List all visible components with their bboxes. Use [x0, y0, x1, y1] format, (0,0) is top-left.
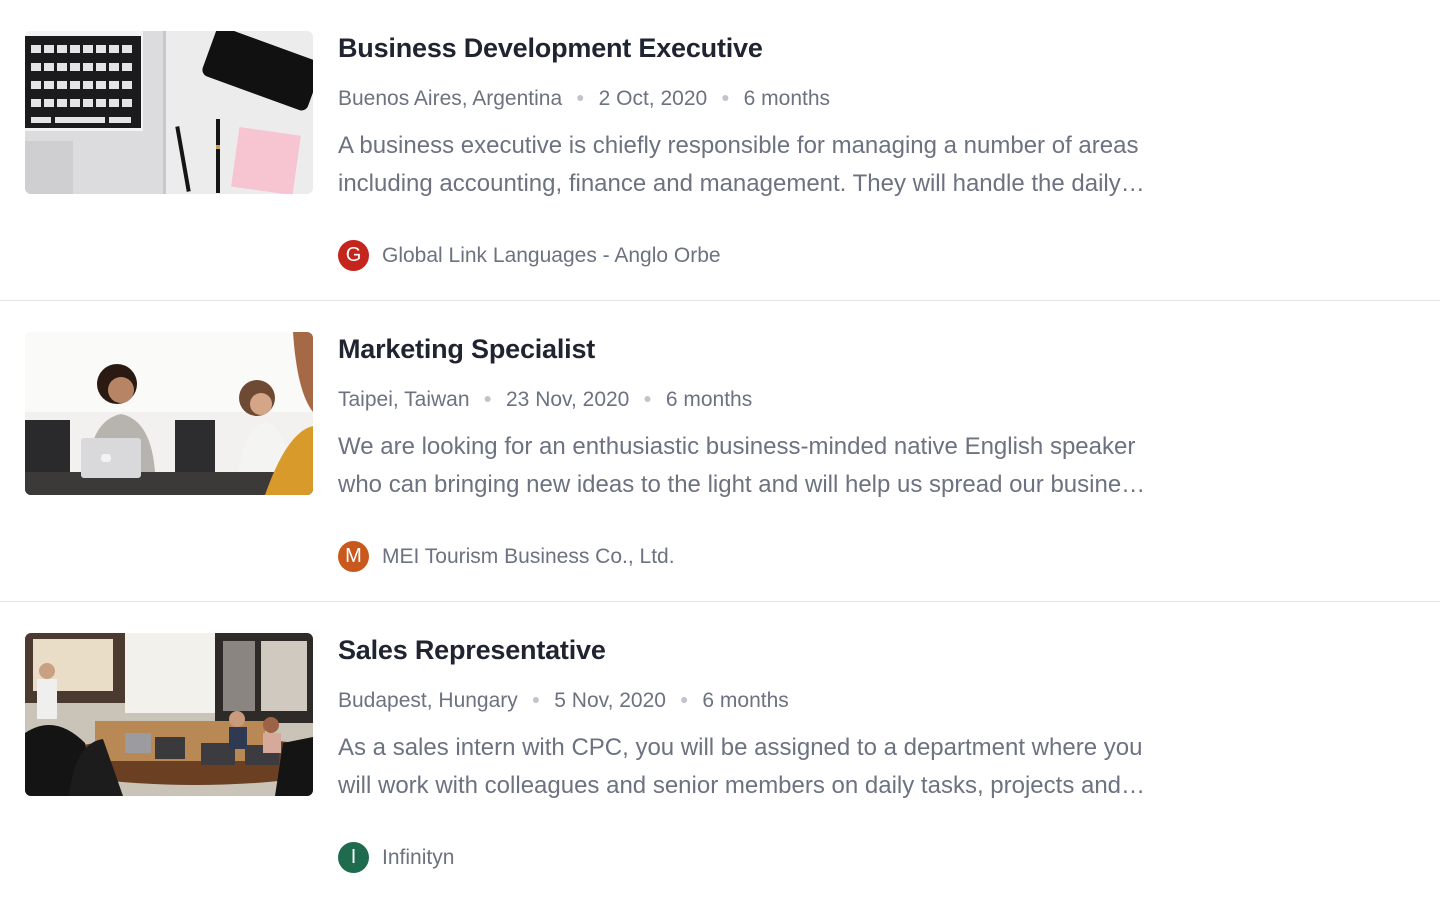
separator-dot: ●: [531, 691, 541, 707]
job-date: 2 Oct, 2020: [598, 87, 708, 110]
job-card[interactable]: Marketing Specialist Taipei, Taiwan ● 23 N…: [0, 301, 1440, 602]
separator-dot: ●: [721, 89, 730, 105]
company-logo: I: [338, 842, 369, 873]
separator-dot: ●: [576, 89, 585, 105]
office-meeting-photo: [25, 332, 313, 495]
job-title[interactable]: Marketing Specialist: [338, 331, 595, 367]
job-meta: Budapest, Hungary ● 5 Nov, 2020 ● 6 months: [338, 684, 789, 716]
company-name[interactable]: Global Link Languages - Anglo Orbe: [382, 244, 721, 268]
job-description: As a sales intern with CPC, you will be …: [338, 734, 1146, 799]
separator-dot: ●: [643, 390, 652, 406]
job-location: Budapest, Hungary: [338, 689, 518, 712]
conference-room-photo: [25, 633, 313, 796]
job-date: 5 Nov, 2020: [554, 689, 666, 712]
company-name[interactable]: MEI Tourism Business Co., Ltd.: [382, 545, 675, 569]
job-date: 23 Nov, 2020: [506, 388, 630, 411]
separator-dot: ●: [483, 390, 492, 406]
job-duration: 6 months: [743, 87, 831, 110]
job-description: We are looking for an enthusiastic busin…: [338, 433, 1146, 498]
job-card[interactable]: Business Development Executive Buenos Ai…: [0, 0, 1440, 301]
laptop-desk-photo: [25, 31, 313, 194]
company-link[interactable]: G Global Link Languages - Anglo Orbe: [338, 240, 721, 271]
job-title[interactable]: Business Development Executive: [338, 30, 763, 66]
job-title[interactable]: Sales Representative: [338, 632, 606, 668]
company-link[interactable]: M MEI Tourism Business Co., Ltd.: [338, 541, 675, 572]
job-location: Buenos Aires, Argentina: [338, 87, 563, 110]
job-list: Business Development Executive Buenos Ai…: [0, 0, 1440, 903]
job-thumbnail[interactable]: [25, 633, 313, 796]
company-logo: M: [338, 541, 369, 572]
company-link[interactable]: I Infinityn: [338, 842, 454, 873]
job-duration: 6 months: [702, 689, 789, 712]
separator-dot: ●: [679, 691, 689, 707]
job-thumbnail[interactable]: [25, 31, 313, 194]
job-meta: Buenos Aires, Argentina ● 2 Oct, 2020 ● 6 mo…: [338, 82, 830, 114]
job-thumbnail[interactable]: [25, 332, 313, 495]
job-meta: Taipei, Taiwan ● 23 Nov, 2020 ● 6 months: [338, 383, 752, 415]
job-card[interactable]: Sales Representative Budapest, Hungary ● 5…: [0, 602, 1440, 903]
job-duration: 6 months: [665, 388, 753, 411]
company-logo: G: [338, 240, 369, 271]
job-location: Taipei, Taiwan: [338, 388, 470, 411]
job-description: A business executive is chiefly responsi…: [338, 132, 1145, 197]
company-name[interactable]: Infinityn: [382, 846, 454, 870]
